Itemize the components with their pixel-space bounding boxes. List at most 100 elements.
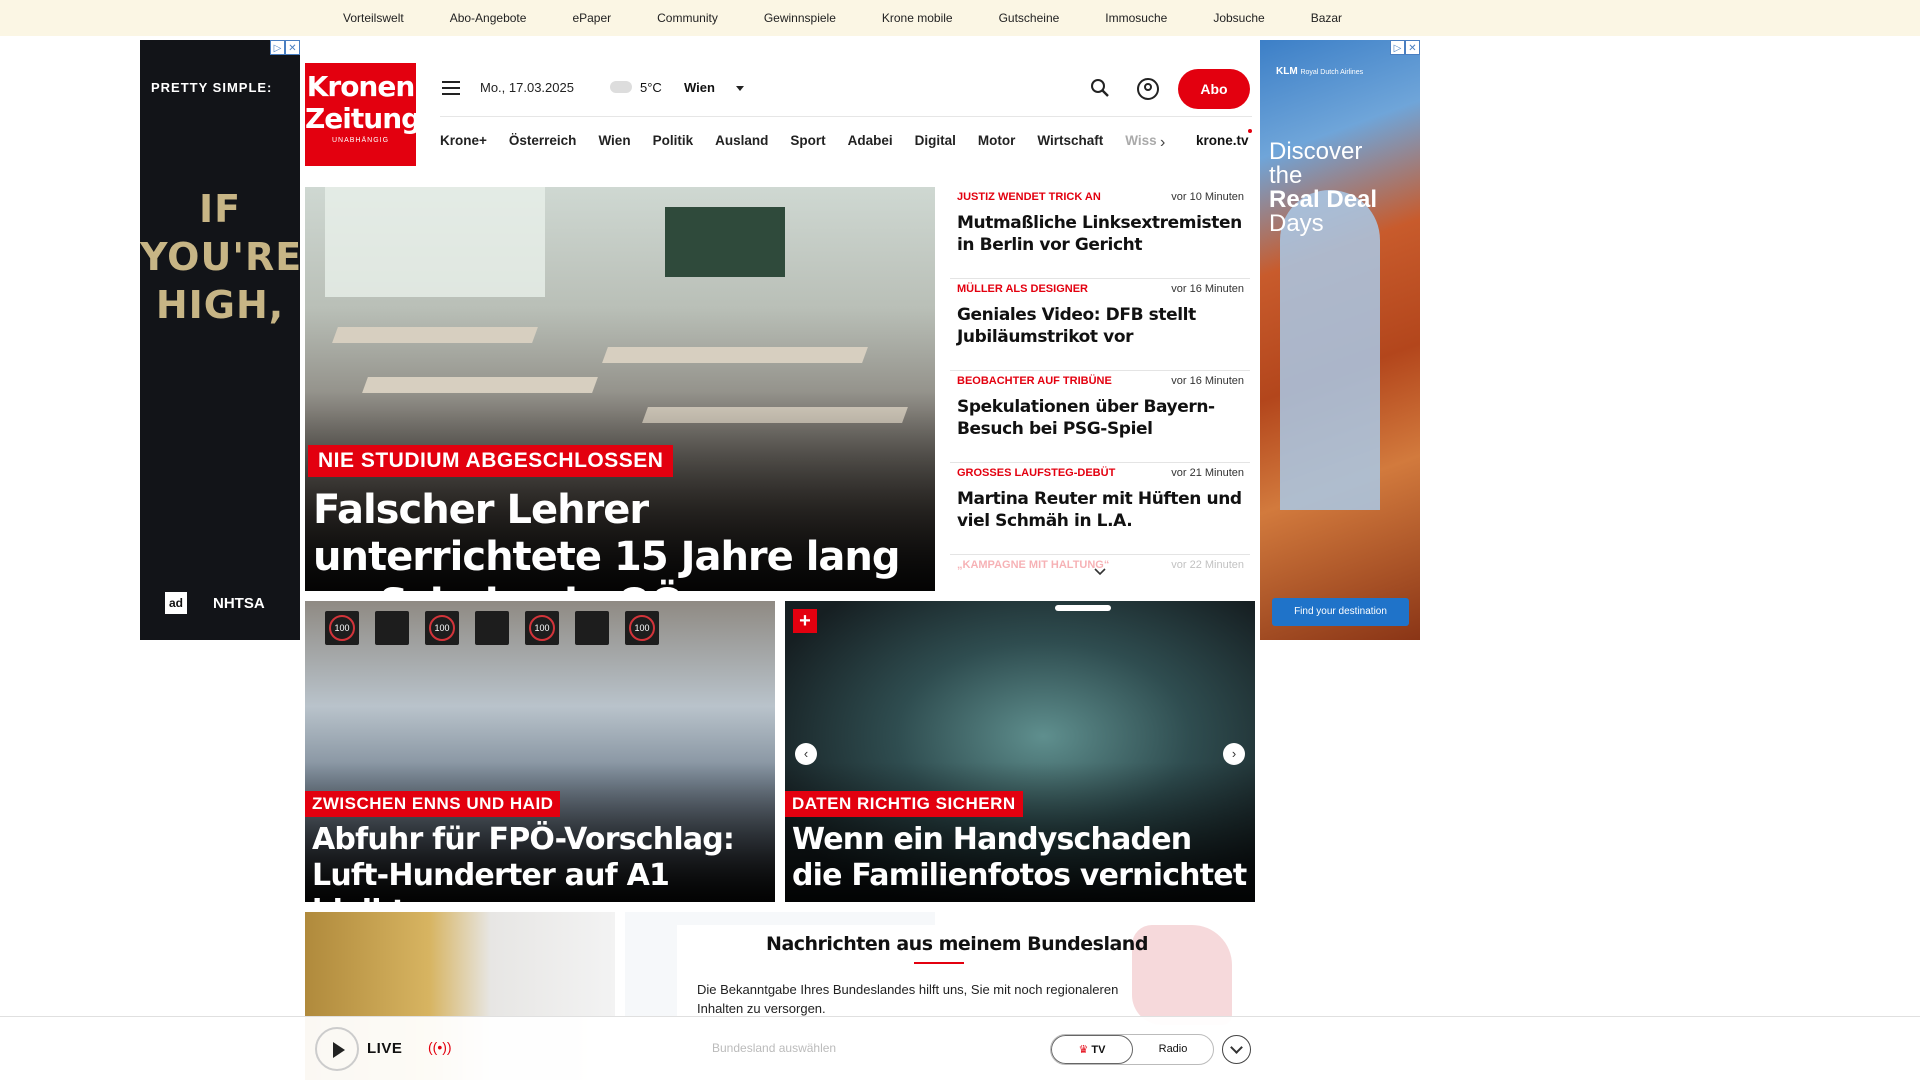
logo-line: Zeitung — [305, 102, 421, 135]
speed-sign-value: 100 — [629, 615, 655, 641]
carousel-indicator — [1055, 605, 1111, 611]
logo-tagline: UNABHÄNGIG — [331, 137, 390, 144]
user-account-icon[interactable] — [1137, 78, 1159, 100]
utility-bar: Vorteilswelt Abo-Angebote ePaper Communi… — [0, 0, 1920, 36]
chevron-down-icon[interactable] — [1093, 565, 1107, 579]
kronen-zeitung-logo[interactable]: Kronen Zeitung UNABHÄNGIG — [305, 63, 421, 166]
topnav-gewinnspiele[interactable]: Gewinnspiele — [764, 11, 836, 25]
news-tag: MÜLLER ALS DESIGNER — [957, 283, 1088, 295]
nav-item-wien[interactable]: Wien — [598, 133, 630, 148]
topnav-epaper[interactable]: ePaper — [572, 11, 611, 25]
news-item[interactable]: BEOBACHTER AUF TRIBÜNE vor 16 Minuten Sp… — [950, 371, 1250, 463]
ad-choices[interactable]: ▷ ✕ — [270, 40, 300, 55]
hero-image-desk — [602, 347, 868, 363]
crown-icon: ♛ — [1078, 1044, 1089, 1056]
close-icon[interactable]: ✕ — [285, 40, 300, 55]
nav-item-politik[interactable]: Politik — [653, 133, 694, 148]
tv-radio-toggle[interactable]: ♛ TV Radio — [1050, 1034, 1214, 1065]
speed-sign-value: 100 — [529, 615, 555, 641]
speed-sign-value: 100 — [329, 615, 355, 641]
ad-cta-button[interactable]: Find your destination — [1272, 598, 1409, 626]
news-tag: JUSTIZ WENDET TRICK AN — [957, 191, 1101, 203]
nav-item-oesterreich[interactable]: Österreich — [509, 133, 577, 148]
ad-headline-line: Discover — [1269, 138, 1363, 165]
news-time: vor 16 Minuten — [1171, 375, 1244, 387]
topnav-abo-angebote[interactable]: Abo-Angebote — [450, 11, 527, 25]
speed-sign: 100 — [325, 611, 359, 645]
hero-title[interactable]: Falscher Lehrer unterrichtete 15 Jahre l… — [313, 487, 923, 591]
hamburger-menu-icon[interactable] — [442, 81, 460, 95]
card-kicker: ZWISCHEN ENNS UND HAID — [305, 791, 561, 817]
topnav-krone-mobile[interactable]: Krone mobile — [882, 11, 953, 25]
card-kicker: DATEN RICHTIG SICHERN — [785, 791, 1023, 817]
abo-button[interactable]: Abo — [1178, 69, 1250, 109]
latest-news-list: JUSTIZ WENDET TRICK AN vor 10 Minuten Mu… — [950, 187, 1250, 587]
live-label: LIVE — [367, 1040, 403, 1057]
ad-slogan: PRETTY SIMPLE: — [151, 80, 273, 95]
ad-left-skyscraper[interactable]: ▷ ✕ PRETTY SIMPLE: IF YOU'RE HIGH, ad NHT… — [140, 40, 300, 640]
topnav-bazar[interactable]: Bazar — [1311, 11, 1342, 25]
play-icon[interactable] — [315, 1027, 359, 1071]
news-tag: „KAMPAGNE MIT HALTUNG“ — [957, 559, 1110, 571]
adchoices-icon[interactable]: ▷ — [270, 40, 285, 55]
news-time: vor 21 Minuten — [1171, 467, 1244, 479]
header: Mo., 17.03.2025 5°C Wien Abo — [440, 68, 1252, 109]
ad-right-skyscraper[interactable]: ▷ ✕ KLM Royal Dutch Airlines Discover the… — [1260, 40, 1420, 640]
nav-item-wirtschaft[interactable]: Wirtschaft — [1037, 133, 1103, 148]
nav-item-motor[interactable]: Motor — [978, 133, 1016, 148]
nav-item-ausland[interactable]: Ausland — [715, 133, 768, 148]
speed-sign: 100 — [525, 611, 559, 645]
hero-image-board — [665, 207, 785, 277]
news-tag: GROSSES LAUFSTEG-DEBÜT — [957, 467, 1116, 479]
chevron-right-icon[interactable]: › — [1160, 134, 1165, 152]
topnav-community[interactable]: Community — [657, 11, 718, 25]
speed-sign-blank — [475, 611, 509, 645]
expand-chevron-icon[interactable] — [1222, 1035, 1251, 1064]
nav-item-wissen[interactable]: Wiss — [1125, 133, 1156, 148]
news-title[interactable]: Mutmaßliche Linksextremisten in Berlin v… — [957, 212, 1242, 256]
nhtsa-logo: NHTSA — [213, 594, 265, 612]
article-card[interactable]: 100 100 100 100 ZWISCHEN ENNS UND HAID A… — [305, 601, 775, 902]
city-selector[interactable]: Wien — [684, 80, 715, 95]
hero-article[interactable]: NIE STUDIUM ABGESCHLOSSEN Falscher Lehre… — [305, 187, 935, 591]
nav-item-digital[interactable]: Digital — [915, 133, 956, 148]
temperature: 5°C — [640, 80, 662, 95]
section-nav: Krone+ Österreich Wien Politik Ausland S… — [440, 116, 1252, 166]
toggle-tv[interactable]: ♛ TV — [1051, 1035, 1133, 1064]
article-card-carousel[interactable]: + ‹ › DATEN RICHTIG SICHERN Wenn ein Han… — [785, 601, 1255, 902]
nav-item-adabei[interactable]: Adabei — [848, 133, 893, 148]
search-icon[interactable] — [1090, 78, 1110, 98]
toggle-radio[interactable]: Radio — [1133, 1035, 1213, 1064]
ad-choices[interactable]: ▷ ✕ — [1390, 40, 1420, 55]
news-title[interactable]: Spekulationen über Bayern-Besuch bei PSG… — [957, 396, 1242, 440]
speed-sign-value: 100 — [429, 615, 455, 641]
klm-logo: KLM Royal Dutch Airlines — [1276, 66, 1363, 77]
speed-sign-blank — [375, 611, 409, 645]
ad-council-logo: ad — [165, 592, 187, 614]
adchoices-icon[interactable]: ▷ — [1390, 40, 1405, 55]
topnav-vorteilswelt[interactable]: Vorteilswelt — [343, 11, 404, 25]
ad-headline-line: the — [1269, 162, 1303, 189]
news-item[interactable]: JUSTIZ WENDET TRICK AN vor 10 Minuten Mu… — [950, 187, 1250, 279]
topnav-immosuche[interactable]: Immosuche — [1105, 11, 1167, 25]
dialog-text: Die Bekanntgabe Ihres Bundeslandes hilft… — [697, 982, 1119, 1016]
bundesland-select[interactable]: Bundesland auswählen — [712, 1041, 836, 1055]
card-title[interactable]: Wenn ein Handyschaden die Familienfotos … — [792, 822, 1247, 894]
news-title[interactable]: Martina Reuter mit Hüften und viel Schmä… — [957, 488, 1242, 532]
chevron-down-icon[interactable] — [736, 86, 744, 91]
close-icon[interactable]: ✕ — [1405, 40, 1420, 55]
card-title[interactable]: Abfuhr für FPÖ-Vorschlag: Luft-Hunderter… — [312, 822, 767, 902]
klm-brand: KLM — [1276, 66, 1298, 77]
ad-logos: ad NHTSA — [165, 592, 265, 614]
news-item[interactable]: MÜLLER ALS DESIGNER vor 16 Minuten Genia… — [950, 279, 1250, 371]
nav-item-kroneplus[interactable]: Krone+ — [440, 133, 487, 148]
live-player-bar: LIVE ((•)) Bundesland auswählen ♛ TV Radi… — [0, 1016, 1920, 1080]
topnav-jobsuche[interactable]: Jobsuche — [1213, 11, 1264, 25]
nav-item-sport[interactable]: Sport — [790, 133, 825, 148]
news-item[interactable]: GROSSES LAUFSTEG-DEBÜT vor 21 Minuten Ma… — [950, 463, 1250, 555]
news-time: vor 16 Minuten — [1171, 283, 1244, 295]
dialog-title: Nachrichten aus meinem Bundesland — [766, 933, 1148, 955]
topnav-gutscheine[interactable]: Gutscheine — [999, 11, 1060, 25]
news-title[interactable]: Geniales Video: DFB stellt Jubiläumstrik… — [957, 304, 1242, 348]
nav-item-krone-tv[interactable]: krone.tv — [1196, 133, 1249, 148]
